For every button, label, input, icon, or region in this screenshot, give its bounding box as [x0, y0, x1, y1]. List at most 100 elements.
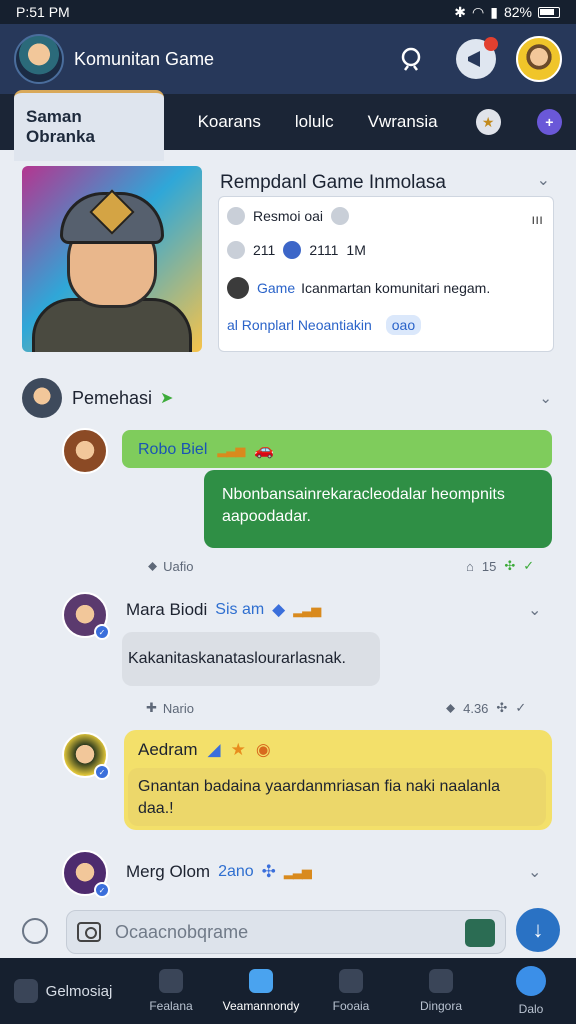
camera-icon[interactable] [77, 922, 101, 942]
compose-bar: Ocaacnobqrame [0, 906, 576, 958]
diamond-icon: ◆ [272, 600, 286, 619]
status-indicators: ✱ ◠ ▮ 82% [454, 4, 560, 21]
message-author[interactable]: Merg Olom [126, 862, 210, 882]
message-bubble: Nbonbansainrekaracleodalar heompnits aap… [204, 470, 552, 548]
controller-icon [13, 979, 38, 1003]
game-link[interactable]: Game [257, 280, 295, 296]
stat-rating: 2111 [309, 242, 339, 258]
clover-icon[interactable]: ✣ [496, 700, 507, 716]
user-avatar[interactable] [62, 428, 108, 474]
battery-icon [538, 6, 560, 18]
message-header: Robo Biel ▂▃▅ 🚗 [122, 430, 552, 468]
nav-label: Dalo [518, 1002, 544, 1016]
message-bubble: Aedram ◢ ★ ◉ Gnantan badaina yaardanmria… [124, 730, 552, 830]
check-icon[interactable]: ✓ [523, 558, 534, 574]
verified-icon: ✓ [94, 624, 110, 640]
nav-item-fooaia[interactable]: Fooaia [306, 958, 396, 1024]
ship-icon: ◢ [207, 740, 221, 759]
nav-label: Dingora [419, 999, 463, 1013]
person-icon [159, 969, 183, 993]
reaction-count: 15 [481, 558, 497, 574]
tag-pill[interactable]: oao [385, 315, 422, 335]
user-avatar[interactable]: ✓ [62, 592, 110, 640]
tab-lolulc[interactable]: lolulc [295, 112, 334, 132]
coin-icon: ◉ [255, 740, 271, 759]
message-header: Merg Olom 2ano ✣ ▂▃▅ [126, 862, 312, 882]
game-logo-icon [227, 277, 249, 299]
search-icon [401, 47, 421, 71]
tab-saman-obranka[interactable]: Saman Obranka [14, 89, 164, 161]
description-row: Game Icanmartan komunitari negam. [227, 277, 490, 299]
message-timestamp: Uafio [163, 558, 194, 574]
app-header: Komunitan Game [0, 24, 576, 94]
players-icon [227, 241, 245, 259]
nav-label: Gelmosiaj [45, 982, 113, 1000]
message-text: Gnantan badaina yaardanmriasan fia naki … [128, 768, 546, 826]
battery-level: 82% [503, 4, 532, 20]
message-input-placeholder: Ocaacnobqrame [115, 921, 249, 942]
attach-icon[interactable] [22, 918, 48, 944]
arrow-right-icon[interactable] [331, 207, 350, 225]
status-time: P:51 PM [16, 4, 70, 20]
nav-item-veamannondy[interactable]: Veamannondy [216, 958, 306, 1024]
image-icon [227, 207, 245, 225]
nav-item-dalo[interactable]: Dalo [486, 958, 576, 1024]
details-header-row: Resmoi oai [227, 207, 350, 225]
message-author[interactable]: Mara Biodi [126, 600, 207, 620]
message-author[interactable]: Robo Biel [138, 441, 207, 459]
message-timestamp: Nario [162, 700, 194, 716]
stats-row: 211 2111 1M [227, 241, 366, 259]
alarm-icon [429, 969, 453, 993]
search-button[interactable] [388, 35, 436, 83]
notifications-button[interactable] [456, 37, 498, 79]
signal-bars-icon: ▂▃▅ [283, 864, 312, 879]
message-author[interactable]: Aedram [138, 740, 198, 760]
message-meta: ✚ Nario [146, 700, 194, 716]
bottom-nav: Gelmosiaj Fealana Veamannondy Fooaia Din… [0, 958, 576, 1024]
nav-item-dingora[interactable]: Dingora [396, 958, 486, 1024]
nav-label: Fealana [149, 999, 193, 1013]
user-avatar[interactable]: ✓ [62, 850, 110, 898]
pin-icon[interactable]: ⬥ [446, 700, 455, 716]
send-button[interactable]: ↓ [516, 908, 560, 952]
verified-icon: ✓ [94, 882, 110, 898]
nav-item-fealana[interactable]: Fealana [126, 958, 216, 1024]
chevron-down-icon[interactable]: ⌄ [537, 170, 550, 190]
clover-icon: ✣ [261, 862, 276, 881]
profile-avatar[interactable] [516, 36, 562, 82]
wifi-icon: ◠ [472, 3, 485, 20]
nav-item-gelmosiaj[interactable]: Gelmosiaj [0, 958, 126, 1024]
pin-icon: ⬥ [148, 558, 158, 573]
game-cover-image[interactable] [22, 166, 202, 352]
add-tab-icon[interactable]: + [536, 109, 562, 135]
chevron-down-icon[interactable]: ⌄ [528, 600, 541, 620]
plus-icon: ✚ [146, 700, 157, 715]
featured-game-details: Resmoi oai ııı 211 2111 1M Game Icanmarta… [218, 196, 554, 352]
discussion-section-header: Pemehasi ➤ ⌄ [22, 378, 556, 418]
signal-icon: ▮ [490, 3, 498, 20]
details-label: Resmoi oai [253, 208, 324, 224]
user-avatar[interactable]: ✓ [62, 732, 110, 780]
car-icon: 🚗 [254, 442, 275, 459]
more-options-icon[interactable]: ııı [531, 211, 543, 227]
message-icon [516, 966, 546, 996]
message-input[interactable]: Ocaacnobqrame [66, 910, 506, 954]
signal-bars-icon: ▂▃▅ [217, 442, 245, 457]
tab-vwransia[interactable]: Vwransia [368, 112, 438, 132]
tags-link[interactable]: al Ronplarl Neoantiakin [227, 317, 372, 333]
check-icon[interactable]: ✓ [515, 700, 526, 716]
home-icon[interactable]: ⌂ [466, 559, 474, 574]
stat-views: 1M [346, 242, 366, 258]
clover-icon[interactable]: ✣ [504, 558, 515, 574]
gallery-icon[interactable] [465, 919, 495, 947]
chevron-down-icon[interactable]: ⌄ [528, 862, 541, 882]
chevron-down-icon[interactable]: ⌄ [539, 389, 552, 407]
featured-game-card: Rempdanl Game Inmolasa ⌄ Resmoi oai ııı … [22, 166, 556, 354]
trophy-icon[interactable]: ★ [475, 109, 501, 135]
community-avatar[interactable] [14, 34, 64, 84]
notification-dot [484, 37, 498, 51]
stat-players: 211 [253, 242, 276, 258]
signal-bars-icon: ▂▃▅ [293, 602, 321, 617]
tab-koarans[interactable]: Koarans [198, 112, 261, 132]
tags-row: al Ronplarl Neoantiakin oao [227, 315, 422, 335]
